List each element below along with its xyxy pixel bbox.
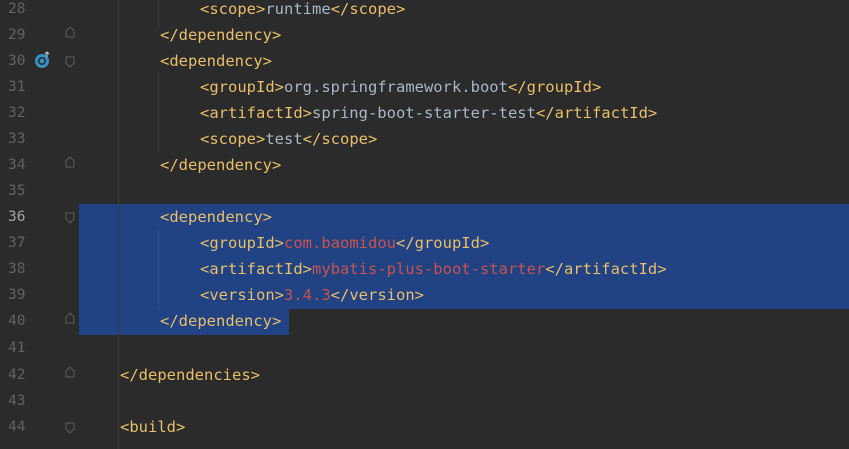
code-text: </dependency> — [160, 156, 281, 182]
xml-tag: </dependencies> — [120, 366, 260, 384]
code-text: </dependency> — [160, 312, 281, 338]
xml-text: runtime — [265, 0, 331, 18]
code-line-36[interactable]: 36 <dependency> — [0, 208, 849, 234]
xml-tag: <scope> — [200, 130, 266, 148]
code-text: </dependency> — [160, 26, 281, 52]
xml-tag: </artifactId> — [535, 104, 658, 122]
code-line-29[interactable]: 29 </dependency> — [0, 26, 849, 52]
xml-tag: <build> — [120, 418, 186, 436]
line-number: 41 — [8, 340, 26, 356]
fold-marker-icon[interactable] — [65, 422, 75, 434]
xml-tag: </scope> — [302, 130, 378, 148]
code-text: <groupId>com.baomidou</groupId> — [200, 234, 489, 260]
code-line-43[interactable]: 43 — [0, 392, 849, 418]
code-line-31[interactable]: 31 <groupId>org.springframework.boot</gr… — [0, 78, 849, 104]
code-text: <build> — [120, 418, 185, 444]
code-line-34[interactable]: 34 </dependency> — [0, 156, 849, 182]
line-number: 35 — [8, 183, 26, 199]
line-number: 40 — [8, 313, 26, 329]
code-text: <artifactId>mybatis-plus-boot-starter</a… — [200, 260, 667, 286]
code-line-38[interactable]: 38 <artifactId>mybatis-plus-boot-starter… — [0, 260, 849, 286]
line-number: 42 — [8, 367, 26, 383]
code-line-37[interactable]: 37 <groupId>com.baomidou</groupId> — [0, 234, 849, 260]
line-number: 34 — [8, 157, 26, 173]
code-text: <scope>test</scope> — [200, 130, 377, 156]
code-text: <scope>runtime</scope> — [200, 0, 405, 26]
xml-text: org.springframework.boot — [284, 78, 508, 96]
xml-text-unresolved: com.baomidou — [284, 234, 396, 252]
fold-marker-icon[interactable] — [65, 56, 75, 68]
line-number: 31 — [8, 79, 26, 95]
code-line-35[interactable]: 35 — [0, 182, 849, 208]
line-number: 28 — [8, 1, 26, 17]
code-line-33[interactable]: 33 <scope>test</scope> — [0, 130, 849, 156]
xml-text: spring-boot-starter-test — [311, 104, 536, 122]
xml-tag: </version> — [330, 286, 424, 304]
code-text: <groupId>org.springframework.boot</group… — [200, 78, 601, 104]
xml-tag: <scope> — [200, 0, 266, 18]
xml-tag: </dependency> — [160, 26, 282, 44]
xml-tag: <artifactId> — [200, 104, 312, 122]
line-number: 37 — [8, 235, 26, 251]
line-number: 44 — [8, 419, 26, 435]
code-text: <dependency> — [160, 208, 272, 234]
xml-tag: <dependency> — [160, 208, 272, 226]
code-text: <version>3.4.3</version> — [200, 286, 424, 312]
xml-tag: <version> — [200, 286, 284, 304]
code-line-32[interactable]: 32 <artifactId>spring-boot-starter-test<… — [0, 104, 849, 130]
xml-tag: <artifactId> — [200, 260, 312, 278]
fold-marker-icon[interactable] — [65, 26, 75, 38]
xml-tag: </dependency> — [160, 156, 282, 174]
line-number: 43 — [8, 393, 26, 409]
xml-tag: </groupId> — [395, 234, 490, 252]
code-line-40[interactable]: 40 </dependency> — [0, 312, 849, 338]
line-number: 30 — [8, 53, 26, 69]
code-text: <dependency> — [160, 52, 272, 78]
line-number: 29 — [8, 27, 26, 43]
xml-tag: <groupId> — [200, 234, 284, 252]
code-editor[interactable]: 28 <scope>runtime</scope> 29 </dependenc… — [0, 0, 849, 449]
xml-tag: </artifactId> — [545, 260, 667, 278]
line-number: 39 — [8, 287, 26, 303]
code-line-44[interactable]: 44 <build> — [0, 418, 849, 444]
fold-marker-icon[interactable] — [65, 312, 75, 324]
line-number: 33 — [8, 131, 26, 147]
xml-text-unresolved: mybatis-plus-boot-starter — [311, 260, 546, 278]
fold-marker-icon[interactable] — [65, 156, 75, 168]
code-text: <artifactId>spring-boot-starter-test</ar… — [200, 104, 657, 130]
code-line-41[interactable]: 41 — [0, 339, 849, 365]
line-number-current: 36 — [8, 209, 26, 225]
xml-tag: </groupId> — [507, 78, 602, 96]
code-line-42[interactable]: 42 </dependencies> — [0, 366, 849, 392]
xml-tag: </dependency> — [160, 312, 282, 330]
xml-tag: </scope> — [330, 0, 406, 18]
xml-text-unresolved: 3.4.3 — [284, 286, 331, 304]
xml-tag: <groupId> — [200, 78, 284, 96]
code-text: </dependencies> — [120, 366, 260, 392]
xml-text: test — [265, 130, 303, 148]
xml-tag: <dependency> — [160, 52, 272, 70]
fold-marker-icon[interactable] — [65, 212, 75, 224]
code-line-28[interactable]: 28 <scope>runtime</scope> — [0, 0, 849, 26]
code-line-30[interactable]: 30 <dependency> — [0, 52, 849, 78]
line-number: 32 — [8, 105, 26, 121]
line-number: 38 — [8, 261, 26, 277]
code-line-39[interactable]: 39 <version>3.4.3</version> — [0, 286, 849, 312]
fold-marker-icon[interactable] — [65, 366, 75, 378]
